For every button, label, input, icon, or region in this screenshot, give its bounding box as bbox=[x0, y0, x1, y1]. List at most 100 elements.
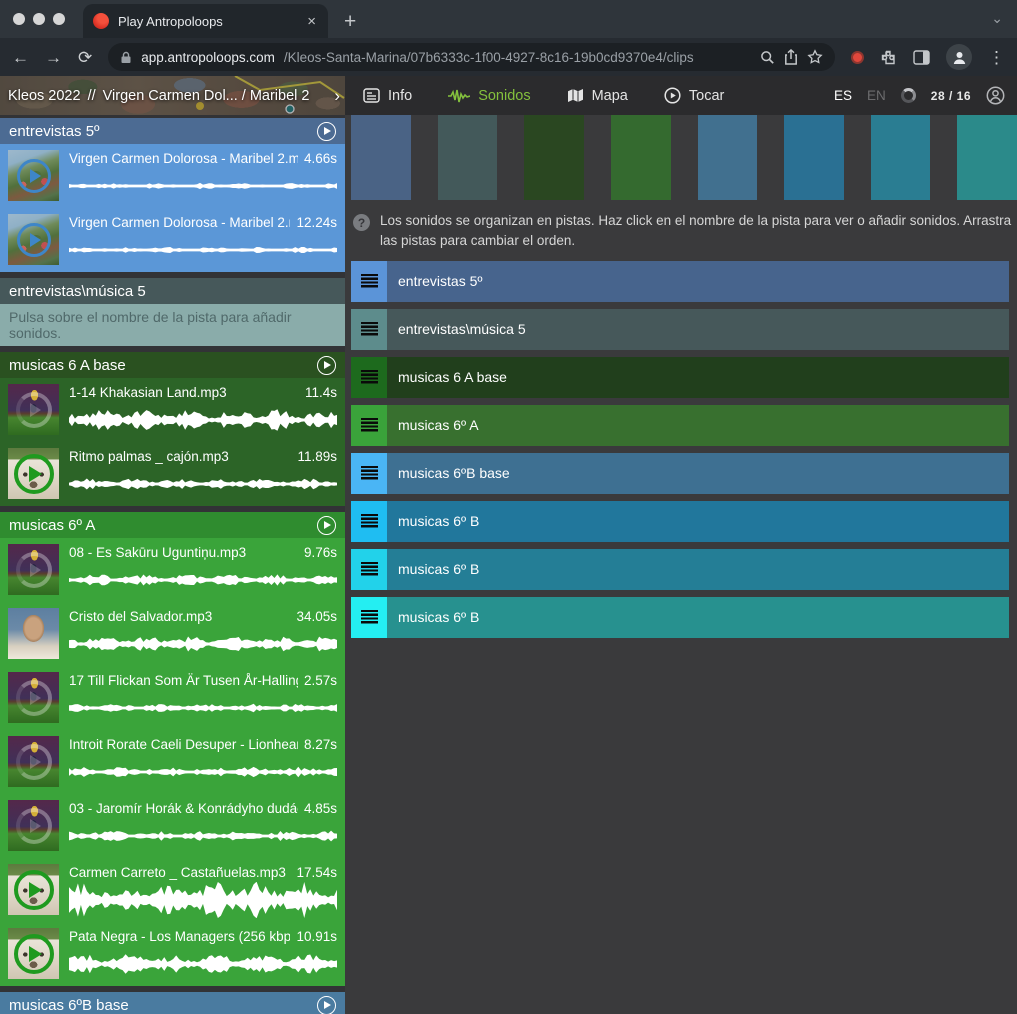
clip-duration: 11.89s bbox=[297, 449, 337, 464]
play-ring bbox=[17, 223, 51, 257]
clip-thumbnail bbox=[8, 672, 59, 723]
new-tab-button[interactable]: + bbox=[344, 11, 356, 32]
track-drag-handle[interactable] bbox=[351, 453, 387, 494]
clip-play-overlay-icon[interactable] bbox=[8, 544, 59, 595]
track-name-button[interactable]: musicas 6º B bbox=[387, 549, 1009, 590]
section-play-button[interactable] bbox=[317, 356, 336, 375]
section-header[interactable]: entrevistas\música 5 bbox=[0, 278, 345, 304]
browser-tab[interactable]: Play Antropoloops × bbox=[83, 4, 328, 38]
clip-play-overlay-icon[interactable] bbox=[8, 672, 59, 723]
bookmark-star-icon[interactable] bbox=[807, 49, 823, 65]
side-panel-icon[interactable] bbox=[913, 50, 930, 65]
clip-title-row: Cristo del Salvador.mp334.05s bbox=[69, 609, 337, 624]
track-name-button[interactable]: entrevistas\música 5 bbox=[387, 309, 1009, 350]
clip-row[interactable]: Introit Rorate Caeli Desuper - Lionheart… bbox=[0, 730, 345, 794]
track-name-button[interactable]: musicas 6º B bbox=[387, 501, 1009, 542]
track-row[interactable]: musicas 6º A bbox=[351, 405, 1009, 446]
section-header[interactable]: musicas 6ºB base bbox=[0, 992, 345, 1014]
breadcrumb-project[interactable]: Kleos 2022 bbox=[8, 88, 81, 104]
track-row[interactable]: musicas 6º B bbox=[351, 501, 1009, 542]
track-drag-handle[interactable] bbox=[351, 261, 387, 302]
clip-play-overlay-icon[interactable] bbox=[8, 800, 59, 851]
clip-play-overlay-icon[interactable] bbox=[8, 928, 59, 979]
forward-button[interactable]: → bbox=[45, 49, 62, 66]
clip-row[interactable]: Pata Negra - Los Managers (256 kbps).mp3… bbox=[0, 922, 345, 986]
track-drag-handle[interactable] bbox=[351, 357, 387, 398]
clip-row[interactable]: Carmen Carreto _ Castañuelas.mp317.54s bbox=[0, 858, 345, 922]
window-minimize-button[interactable] bbox=[33, 13, 45, 25]
section-clips: 1-14 Khakasian Land.mp311.4sRitmo palmas… bbox=[0, 378, 345, 506]
extensions-puzzle-icon[interactable] bbox=[880, 49, 897, 66]
track-name-button[interactable]: entrevistas 5º bbox=[387, 261, 1009, 302]
breadcrumb-chevron-icon[interactable]: › bbox=[334, 86, 340, 106]
track-name-button[interactable]: musicas 6º A bbox=[387, 405, 1009, 446]
recorder-extension-icon[interactable] bbox=[851, 51, 864, 64]
clip-play-overlay-icon[interactable] bbox=[8, 214, 59, 265]
clip-row[interactable]: Virgen Carmen Dolorosa - Maribel 2.mp312… bbox=[0, 208, 345, 272]
clip-title-row: Virgen Carmen Dolorosa - Maribel 2.mp312… bbox=[69, 215, 337, 230]
clip-row[interactable]: Cristo del Salvador.mp334.05s bbox=[0, 602, 345, 666]
section-play-button[interactable] bbox=[317, 516, 336, 535]
play-triangle-icon bbox=[30, 819, 41, 833]
track-row[interactable]: musicas 6º B bbox=[351, 597, 1009, 638]
share-icon[interactable] bbox=[784, 49, 798, 65]
track-row[interactable]: entrevistas 5º bbox=[351, 261, 1009, 302]
track-label: musicas 6 A base bbox=[398, 369, 507, 385]
clip-play-overlay-icon[interactable] bbox=[8, 384, 59, 435]
track-drag-handle[interactable] bbox=[351, 309, 387, 350]
track-row[interactable]: musicas 6º B bbox=[351, 549, 1009, 590]
tab-tocar[interactable]: Tocar bbox=[664, 87, 724, 104]
section-header[interactable]: entrevistas 5º bbox=[0, 118, 345, 144]
track-drag-handle[interactable] bbox=[351, 405, 387, 446]
lang-es-button[interactable]: ES bbox=[834, 88, 852, 103]
breadcrumb-map-banner[interactable]: Kleos 2022//Virgen Carmen Dol... / Marib… bbox=[0, 76, 345, 115]
tab-close-icon[interactable]: × bbox=[305, 13, 318, 30]
track-name-button[interactable]: musicas 6ºB base bbox=[387, 453, 1009, 494]
clip-play-overlay-icon[interactable] bbox=[8, 150, 59, 201]
track-row[interactable]: entrevistas\música 5 bbox=[351, 309, 1009, 350]
track-drag-handle[interactable] bbox=[351, 549, 387, 590]
tab-sonidos[interactable]: Sonidos bbox=[448, 88, 530, 104]
user-account-icon[interactable] bbox=[986, 86, 1005, 105]
tab-mapa[interactable]: Mapa bbox=[567, 88, 628, 104]
track-name-button[interactable]: musicas 6º B bbox=[387, 597, 1009, 638]
section-header[interactable]: musicas 6 A base bbox=[0, 352, 345, 378]
track-row[interactable]: musicas 6 A base bbox=[351, 357, 1009, 398]
section-play-button[interactable] bbox=[317, 122, 336, 141]
clip-waveform bbox=[69, 754, 337, 790]
clip-waveform bbox=[69, 232, 337, 268]
address-bar[interactable]: app.antropoloops.com/Kleos-Santa-Marina/… bbox=[108, 43, 835, 71]
clip-row[interactable]: 1-14 Khakasian Land.mp311.4s bbox=[0, 378, 345, 442]
clip-play-overlay-icon[interactable] bbox=[8, 736, 59, 787]
clip-row[interactable]: 03 - Jaromír Horák & Konrádyho dudácká .… bbox=[0, 794, 345, 858]
zoom-page-icon[interactable] bbox=[760, 50, 775, 65]
tracks-panel: ? Los sonidos se organizan en pistas. Ha… bbox=[345, 115, 1017, 1014]
clip-row[interactable]: 17 Till Flickan Som Är Tusen År-Halling … bbox=[0, 666, 345, 730]
tab-mapa-label: Mapa bbox=[592, 88, 628, 104]
track-drag-handle[interactable] bbox=[351, 501, 387, 542]
track-name-button[interactable]: musicas 6 A base bbox=[387, 357, 1009, 398]
section-header[interactable]: musicas 6º A bbox=[0, 512, 345, 538]
reload-button[interactable]: ⟳ bbox=[78, 49, 92, 66]
clip-play-overlay-icon[interactable] bbox=[8, 448, 59, 499]
track-label: entrevistas 5º bbox=[398, 273, 483, 289]
back-button[interactable]: ← bbox=[12, 49, 29, 66]
tab-info[interactable]: Info bbox=[363, 88, 412, 104]
clip-title-row: 08 - Es Sakūru Uguntiņu.mp39.76s bbox=[69, 545, 337, 560]
lang-en-button[interactable]: EN bbox=[867, 88, 886, 103]
drag-grip-icon bbox=[361, 610, 378, 624]
track-drag-handle[interactable] bbox=[351, 597, 387, 638]
profile-avatar[interactable] bbox=[946, 44, 972, 70]
clip-row[interactable]: 08 - Es Sakūru Uguntiņu.mp39.76s bbox=[0, 538, 345, 602]
clip-row[interactable]: Virgen Carmen Dolorosa - Maribel 2.mp34.… bbox=[0, 144, 345, 208]
window-close-button[interactable] bbox=[13, 13, 25, 25]
track-row[interactable]: musicas 6ºB base bbox=[351, 453, 1009, 494]
clip-row[interactable]: Ritmo palmas _ cajón.mp311.89s bbox=[0, 442, 345, 506]
clip-play-overlay-icon[interactable] bbox=[8, 864, 59, 915]
window-zoom-button[interactable] bbox=[53, 13, 65, 25]
browser-menu-kebab-icon[interactable]: ⋮ bbox=[988, 49, 1005, 66]
tab-search-chevron-icon[interactable]: ⌄ bbox=[991, 10, 1003, 27]
clip-title-row: 03 - Jaromír Horák & Konrádyho dudácká .… bbox=[69, 801, 337, 816]
breadcrumb-path[interactable]: Virgen Carmen Dol... / Maribel 2 bbox=[103, 88, 310, 104]
section-play-button[interactable] bbox=[317, 996, 336, 1014]
